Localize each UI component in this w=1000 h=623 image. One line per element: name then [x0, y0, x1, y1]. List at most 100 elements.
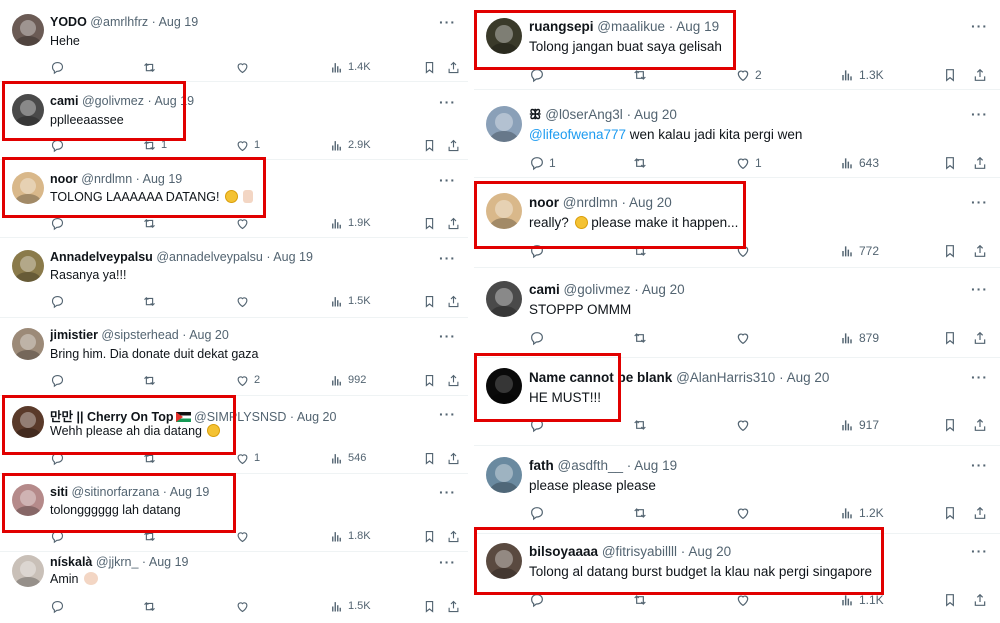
like-button[interactable]: 1 — [235, 136, 260, 154]
timestamp[interactable]: Aug 19 — [149, 555, 189, 569]
bookmark-button[interactable] — [422, 136, 437, 154]
share-button[interactable] — [446, 292, 461, 310]
avatar[interactable] — [12, 328, 44, 360]
share-button[interactable] — [972, 591, 988, 609]
avatar[interactable] — [486, 457, 522, 493]
display-name[interactable]: jimistier — [50, 328, 98, 342]
more-options-icon[interactable]: ··· — [439, 94, 456, 110]
like-button[interactable] — [735, 504, 755, 522]
handle[interactable]: @amrlhfrz — [90, 15, 148, 29]
tweet[interactable]: ꕥ @l0serAng3l · Aug 20 ··· @lifeofwena77… — [474, 90, 1000, 178]
retweet-button[interactable] — [142, 58, 161, 76]
retweet-button[interactable] — [632, 329, 652, 347]
views-button[interactable]: 1.4K — [329, 58, 371, 76]
reply-button[interactable] — [50, 292, 69, 310]
retweet-button[interactable] — [142, 371, 161, 389]
more-options-icon[interactable]: ··· — [971, 457, 988, 473]
reply-button[interactable] — [529, 504, 549, 522]
tweet[interactable]: YODO @amrlhfrz · Aug 19 ··· Hehe 1.4K — [0, 0, 468, 82]
views-button[interactable]: 992 — [329, 371, 366, 389]
share-button[interactable] — [446, 597, 461, 615]
more-options-icon[interactable]: ··· — [439, 554, 456, 570]
reply-button[interactable] — [50, 371, 69, 389]
bookmark-button[interactable] — [942, 504, 958, 522]
share-button[interactable] — [446, 214, 461, 232]
share-button[interactable] — [446, 58, 461, 76]
bookmark-button[interactable] — [942, 242, 958, 260]
more-options-icon[interactable]: ··· — [971, 281, 988, 297]
share-button[interactable] — [446, 527, 461, 545]
retweet-button[interactable] — [632, 416, 652, 434]
handle[interactable]: @annadelveypalsu — [156, 250, 263, 264]
bookmark-button[interactable] — [422, 292, 437, 310]
bookmark-button[interactable] — [942, 416, 958, 434]
views-button[interactable]: 546 — [329, 449, 366, 467]
display-name[interactable]: Annadelveypalsu — [50, 250, 153, 264]
views-button[interactable]: 917 — [839, 416, 879, 434]
more-options-icon[interactable]: ··· — [439, 172, 456, 188]
views-button[interactable]: 1.5K — [329, 597, 371, 615]
like-button[interactable]: 1 — [735, 154, 762, 172]
reply-button[interactable]: 1 — [529, 154, 556, 172]
retweet-button[interactable] — [142, 597, 161, 615]
like-button[interactable] — [735, 416, 755, 434]
timestamp[interactable]: Aug 20 — [787, 370, 830, 385]
share-button[interactable] — [446, 371, 461, 389]
bookmark-button[interactable] — [422, 527, 437, 545]
timestamp[interactable]: Aug 19 — [273, 250, 313, 264]
reply-button[interactable] — [50, 597, 69, 615]
share-button[interactable] — [972, 242, 988, 260]
avatar[interactable] — [12, 250, 44, 282]
avatar[interactable] — [486, 106, 522, 142]
avatar[interactable] — [486, 281, 522, 317]
display-name[interactable]: YODO — [50, 15, 87, 29]
bookmark-button[interactable] — [422, 597, 437, 615]
timestamp[interactable]: Aug 20 — [297, 410, 337, 424]
display-name[interactable]: nískalà — [50, 555, 92, 569]
like-button[interactable] — [235, 292, 254, 310]
like-button[interactable]: 2 — [735, 66, 762, 84]
share-button[interactable] — [972, 154, 988, 172]
share-button[interactable] — [446, 449, 461, 467]
views-button[interactable]: 772 — [839, 242, 879, 260]
views-button[interactable]: 1.5K — [329, 292, 371, 310]
avatar[interactable] — [12, 555, 44, 587]
more-options-icon[interactable]: ··· — [439, 250, 456, 266]
bookmark-button[interactable] — [942, 154, 958, 172]
display-name[interactable]: cami — [529, 282, 560, 297]
retweet-button[interactable] — [142, 292, 161, 310]
like-button[interactable] — [235, 58, 254, 76]
tweet[interactable]: nískalà @jjkrn_ · Aug 19 ··· Amin 1.5K — [0, 552, 468, 623]
tweet[interactable]: cami @golivmez · Aug 20 ··· STOPPP OMMM … — [474, 268, 1000, 358]
handle[interactable]: @golivmez — [564, 282, 631, 297]
tweet[interactable]: Annadelveypalsu @annadelveypalsu · Aug 1… — [0, 238, 468, 318]
handle[interactable]: @AlanHarris310 — [676, 370, 775, 385]
avatar[interactable] — [12, 14, 44, 46]
like-button[interactable] — [735, 329, 755, 347]
display-name[interactable]: fath — [529, 458, 554, 473]
bookmark-button[interactable] — [422, 449, 437, 467]
bookmark-button[interactable] — [942, 329, 958, 347]
retweet-button[interactable] — [632, 504, 652, 522]
handle[interactable]: @sipsterhead — [101, 328, 178, 342]
views-button[interactable]: 1.9K — [329, 214, 371, 232]
timestamp[interactable]: Aug 20 — [189, 328, 229, 342]
retweet-button[interactable] — [632, 154, 652, 172]
views-button[interactable]: 2.9K — [329, 136, 371, 154]
more-options-icon[interactable]: ··· — [971, 369, 988, 385]
share-button[interactable] — [972, 416, 988, 434]
views-button[interactable]: 1.3K — [839, 66, 884, 84]
mention-link[interactable]: @lifeofwena777 — [529, 127, 626, 142]
timestamp[interactable]: Aug 19 — [159, 15, 199, 29]
more-options-icon[interactable]: ··· — [439, 484, 456, 500]
handle[interactable]: @asdfth__ — [558, 458, 624, 473]
reply-button[interactable] — [50, 58, 69, 76]
bookmark-button[interactable] — [942, 591, 958, 609]
share-button[interactable] — [972, 329, 988, 347]
more-options-icon[interactable]: ··· — [971, 106, 988, 122]
bookmark-button[interactable] — [942, 66, 958, 84]
more-options-icon[interactable]: ··· — [439, 328, 456, 344]
views-button[interactable]: 879 — [839, 329, 879, 347]
more-options-icon[interactable]: ··· — [971, 18, 988, 34]
timestamp[interactable]: Aug 20 — [634, 107, 677, 122]
